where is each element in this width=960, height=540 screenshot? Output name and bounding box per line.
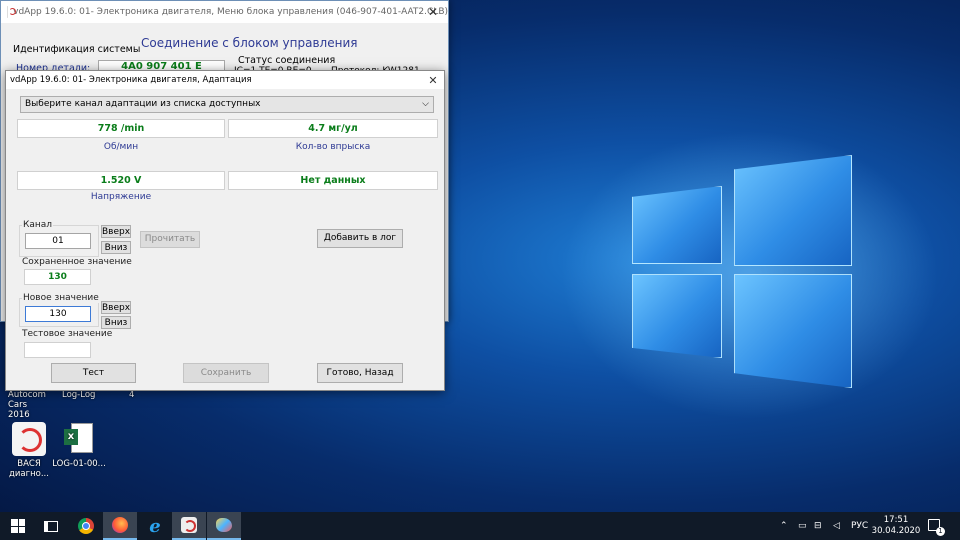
language-indicator: РУС [851,521,869,531]
new-value-down-button[interactable]: Вниз [101,316,131,329]
tray-network[interactable]: ⊟ [814,512,822,540]
task-view-icon [44,520,58,532]
excel-file-icon: x [62,422,96,456]
dialog-titlebar[interactable]: vdApp 19.6.0: 01- Электроника двигателя,… [6,71,444,89]
windows-icon [11,519,25,533]
main-window-titlebar[interactable]: vdApp 19.6.0: 01- Электроника двигателя,… [1,1,448,23]
speaker-icon: ◁ [833,521,840,531]
channel-label: Канал [22,220,54,230]
channel-down-button[interactable]: Вниз [101,241,131,254]
saved-value-label: Сохраненное значение [22,257,132,267]
new-value-label: Новое значение [22,293,100,303]
battery-icon: ▭ [798,521,807,531]
close-icon[interactable]: ✕ [422,71,444,89]
test-value-label: Тестовое значение [22,329,113,339]
save-button[interactable]: Сохранить [183,363,269,383]
connection-heading: Соединение с блоком управления [141,36,358,50]
paint-icon [216,518,232,532]
vdapp-icon [181,517,197,533]
desktop-icon-label: LOG-01-00... [52,459,106,469]
firefox-icon [112,517,128,533]
start-button[interactable] [0,512,36,540]
channel-select-value: Выберите канал адаптации из списка досту… [25,99,261,109]
close-icon[interactable]: ✕ [418,1,448,23]
main-window-title: vdApp 19.6.0: 01- Электроника двигателя,… [13,7,448,17]
desktop-icon-4-label[interactable]: 4 [129,390,134,400]
dialog-title: vdApp 19.6.0: 01- Электроника двигателя,… [10,75,252,85]
test-value-field[interactable] [24,342,91,358]
windows-logo-pane [734,155,852,266]
done-back-button[interactable]: Готово, Назад [317,363,403,383]
adaptation-channel-select[interactable]: Выберите канал адаптации из списка досту… [20,96,434,113]
vdapp-icon [7,6,18,18]
taskbar-clock[interactable]: 17:51 30.04.2020 [868,515,924,537]
desktop-icon-autocom-label[interactable]: Autocom Cars 2016 [8,390,48,420]
channel-up-button[interactable]: Вверх [101,225,131,238]
windows-logo-pane [734,274,852,388]
vasya-app-icon [12,422,46,456]
desktop-icon-log-file[interactable]: x LOG-01-00... [50,422,108,469]
tray-volume[interactable]: ◁ [833,512,840,540]
channel-input[interactable]: 01 [25,233,91,249]
task-view-button[interactable] [34,512,68,540]
saved-value: 130 [24,269,91,285]
chrome-icon [78,518,94,534]
taskbar-paint[interactable] [207,512,241,540]
network-icon: ⊟ [814,521,822,531]
add-to-log-button[interactable]: Добавить в лог [317,229,403,248]
taskbar-ie[interactable]: e [138,512,172,540]
chevron-down-icon: ⌵ [422,99,429,109]
internet-explorer-icon: e [149,515,161,537]
notification-count: 1 [936,527,945,536]
tray-language[interactable]: РУС [851,512,868,540]
injection-label: Кол-во впрыска [295,142,371,152]
test-button[interactable]: Тест [51,363,136,383]
chevron-up-icon: ⌃ [780,521,788,531]
desktop-icon-loglog-label[interactable]: Log-Log [62,390,95,400]
new-value-up-button[interactable]: Вверх [101,301,131,314]
taskbar-chrome[interactable] [69,512,103,540]
voltage-value: 1.520 V [17,171,225,190]
notification-center-icon[interactable]: 1 [928,519,945,536]
taskbar-vdapp[interactable] [172,512,206,540]
tray-battery[interactable]: ▭ [798,512,807,540]
value-4: Нет данных [228,171,438,190]
read-button[interactable]: Прочитать [140,231,200,248]
ident-label: Идентификация системы [13,44,141,55]
new-value-input[interactable]: 130 [25,306,91,322]
clock-time: 17:51 [883,515,909,525]
rpm-value: 778 /min [17,119,225,138]
windows-logo-pane [632,186,722,264]
rpm-label: Об/мин [103,142,139,152]
voltage-label: Напряжение [90,192,152,202]
taskbar-firefox[interactable] [103,512,137,540]
windows-logo-pane [632,274,722,358]
adaptation-dialog: vdApp 19.6.0: 01- Электроника двигателя,… [5,70,445,391]
status-label: Статус соединения [238,55,336,66]
clock-date: 30.04.2020 [871,526,921,536]
tray-overflow-chevron[interactable]: ⌃ [780,512,788,540]
injection-value: 4.7 мг/ул [228,119,438,138]
taskbar: e ⌃ ▭ ⊟ ◁ РУС 17:51 30.04.2020 1 [0,512,960,540]
